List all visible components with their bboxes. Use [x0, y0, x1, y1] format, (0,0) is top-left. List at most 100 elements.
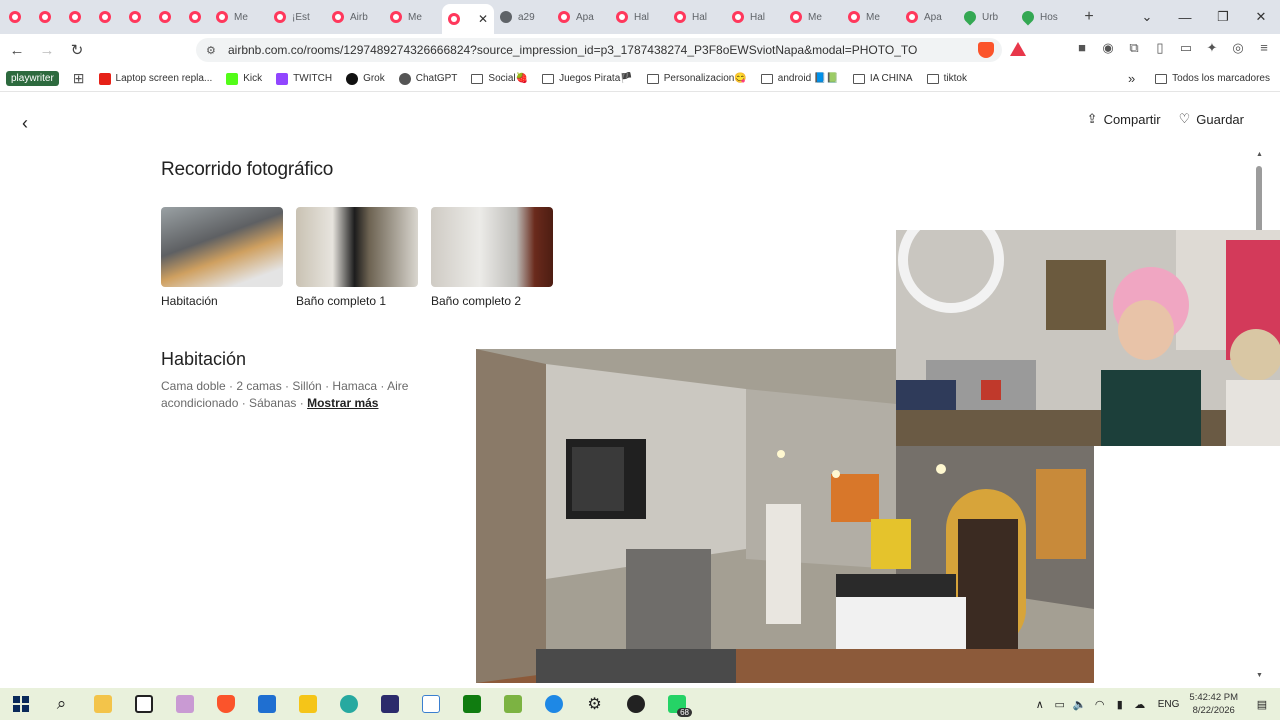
minimize-button[interactable]: —	[1166, 0, 1204, 34]
reload-button[interactable]: ↻	[64, 37, 90, 63]
browser-tab[interactable]	[90, 0, 120, 34]
browser-tab[interactable]: Apa	[900, 0, 958, 34]
volume-icon[interactable]: 🔈	[1070, 698, 1090, 711]
browser-tab[interactable]: a29	[494, 0, 552, 34]
browser-tab[interactable]	[60, 0, 90, 34]
bookmark-youtube[interactable]: Laptop screen repla...	[98, 72, 212, 85]
bookmark-kick[interactable]: Kick	[226, 72, 262, 85]
scroll-thumb[interactable]	[1256, 166, 1262, 236]
bookmark-apps[interactable]: ⊞	[73, 70, 85, 87]
notifications-icon[interactable]: ▤	[1252, 698, 1272, 711]
close-window-button[interactable]: ✕	[1242, 0, 1280, 34]
wallet-icon[interactable]: ▭	[1178, 40, 1194, 56]
bookmark-folder[interactable]: IA CHINA	[852, 73, 913, 84]
app-button-1[interactable]	[164, 688, 205, 720]
store-button[interactable]	[246, 688, 287, 720]
chevron-up-icon[interactable]: ∧	[1030, 698, 1050, 711]
browser-tab[interactable]	[180, 0, 210, 34]
close-tab-icon[interactable]: ✕	[478, 12, 488, 26]
thumbnail-image[interactable]	[161, 207, 283, 287]
scroll-down-arrow-icon[interactable]: ▼	[1256, 672, 1263, 679]
maximize-button[interactable]: ❐	[1204, 0, 1242, 34]
thumbnail-bano-1[interactable]: Baño completo 1	[296, 207, 418, 308]
brave-shields-icon[interactable]	[978, 42, 994, 58]
thumbnail-image[interactable]	[431, 207, 553, 287]
extension-black-icon[interactable]: ■	[1074, 40, 1090, 56]
back-button[interactable]: ←	[4, 37, 30, 63]
leo-ai-icon[interactable]: ✦	[1204, 40, 1220, 56]
bookmark-folder[interactable]: tiktok	[926, 73, 967, 84]
vpn-icon[interactable]: ◎	[1230, 40, 1246, 56]
scroll-up-arrow-icon[interactable]: ▲	[1256, 151, 1263, 158]
bookmark-folder[interactable]: Juegos Pirata🏴	[542, 73, 633, 84]
app-button-6[interactable]	[533, 688, 574, 720]
bookmark-label: TWITCH	[293, 73, 333, 84]
bookmark-chatgpt[interactable]: ChatGPT	[398, 72, 457, 85]
browser-tab[interactable]	[30, 0, 60, 34]
browser-tab[interactable]: Airb	[326, 0, 384, 34]
show-more-link[interactable]: Mostrar más	[307, 396, 378, 410]
settings-button[interactable]: ⚙	[574, 688, 615, 720]
thumbnail-image[interactable]	[296, 207, 418, 287]
whatsapp-button[interactable]: 68	[656, 688, 697, 720]
app-button-7[interactable]	[615, 688, 656, 720]
all-bookmarks-link[interactable]: Todos los marcadores	[1172, 73, 1270, 84]
share-button[interactable]: ⇪ Compartir	[1087, 111, 1161, 127]
language-indicator[interactable]: ENG	[1158, 699, 1180, 710]
clock[interactable]: 5:42:42 PM 8/22/2026	[1189, 691, 1238, 717]
browser-tab[interactable]	[150, 0, 180, 34]
wifi-icon[interactable]: ◠	[1090, 698, 1110, 711]
camera-icon[interactable]: ◉	[1100, 40, 1116, 56]
brave-button[interactable]	[205, 688, 246, 720]
forward-button[interactable]: →	[34, 37, 60, 63]
browser-tab[interactable]: Apa	[552, 0, 610, 34]
new-tab-button[interactable]: +	[1074, 8, 1104, 26]
xbox-button[interactable]	[451, 688, 492, 720]
browser-tab[interactable]: Me	[210, 0, 268, 34]
phone-icon[interactable]: ▮	[1110, 698, 1130, 711]
tab-search-chevron-icon[interactable]: ⌄	[1128, 0, 1166, 34]
sticky-notes-button[interactable]	[287, 688, 328, 720]
thumbnail-habitacion[interactable]: Habitación	[161, 207, 283, 308]
browser-tab[interactable]: Me	[784, 0, 842, 34]
app-button-3[interactable]	[369, 688, 410, 720]
bookmark-twitch[interactable]: TWITCH	[276, 72, 333, 85]
bookmark-pill[interactable]: playwriter	[6, 71, 59, 86]
browser-tab[interactable]: Hal	[726, 0, 784, 34]
save-button[interactable]: ♡ Guardar	[1179, 111, 1244, 127]
puzzle-icon[interactable]: ⧉	[1126, 40, 1142, 56]
browser-tab[interactable]: Hos	[1016, 0, 1074, 34]
thumbnail-bano-2[interactable]: Baño completo 2	[431, 207, 553, 308]
more-bookmarks-icon[interactable]: »	[1128, 71, 1135, 86]
start-button[interactable]	[0, 688, 41, 720]
app-button-2[interactable]	[328, 688, 369, 720]
search-button[interactable]: ⌕	[41, 688, 82, 720]
browser-tab[interactable]	[0, 0, 30, 34]
tab-label: Me	[808, 11, 822, 23]
browser-tab[interactable]: Me	[384, 0, 442, 34]
bookmark-folder[interactable]: android 📘📗	[760, 73, 839, 84]
bookmark-folder[interactable]: Social🍓	[471, 73, 528, 84]
browser-tab[interactable]: Hal	[668, 0, 726, 34]
browser-tab[interactable]: Me	[842, 0, 900, 34]
menu-icon[interactable]: ≡	[1256, 40, 1272, 56]
site-info-icon[interactable]: ⚙	[206, 44, 228, 57]
file-explorer-button[interactable]	[82, 688, 123, 720]
bookmark-label: playwriter	[6, 71, 59, 86]
browser-tab[interactable]: ✕	[442, 4, 494, 34]
close-tour-back-button[interactable]: ‹	[22, 113, 28, 134]
notion-button[interactable]	[123, 688, 164, 720]
browser-tab[interactable]: ¡Est	[268, 0, 326, 34]
sidebar-icon[interactable]: ▯	[1152, 40, 1168, 56]
browser-tab[interactable]	[120, 0, 150, 34]
battery-icon[interactable]: ▭	[1050, 698, 1070, 711]
bookmark-grok[interactable]: Grok	[346, 72, 385, 85]
bookmark-folder[interactable]: Personalizacion😋	[646, 73, 747, 84]
address-bar[interactable]: ⚙ airbnb.com.co/rooms/129748927432666682…	[196, 38, 1026, 62]
app-button-4[interactable]	[410, 688, 451, 720]
app-button-5[interactable]	[492, 688, 533, 720]
browser-tab[interactable]: Urb	[958, 0, 1016, 34]
onedrive-icon[interactable]: ☁	[1130, 698, 1150, 711]
browser-tab[interactable]: Hal	[610, 0, 668, 34]
brave-rewards-icon[interactable]	[1010, 42, 1026, 56]
